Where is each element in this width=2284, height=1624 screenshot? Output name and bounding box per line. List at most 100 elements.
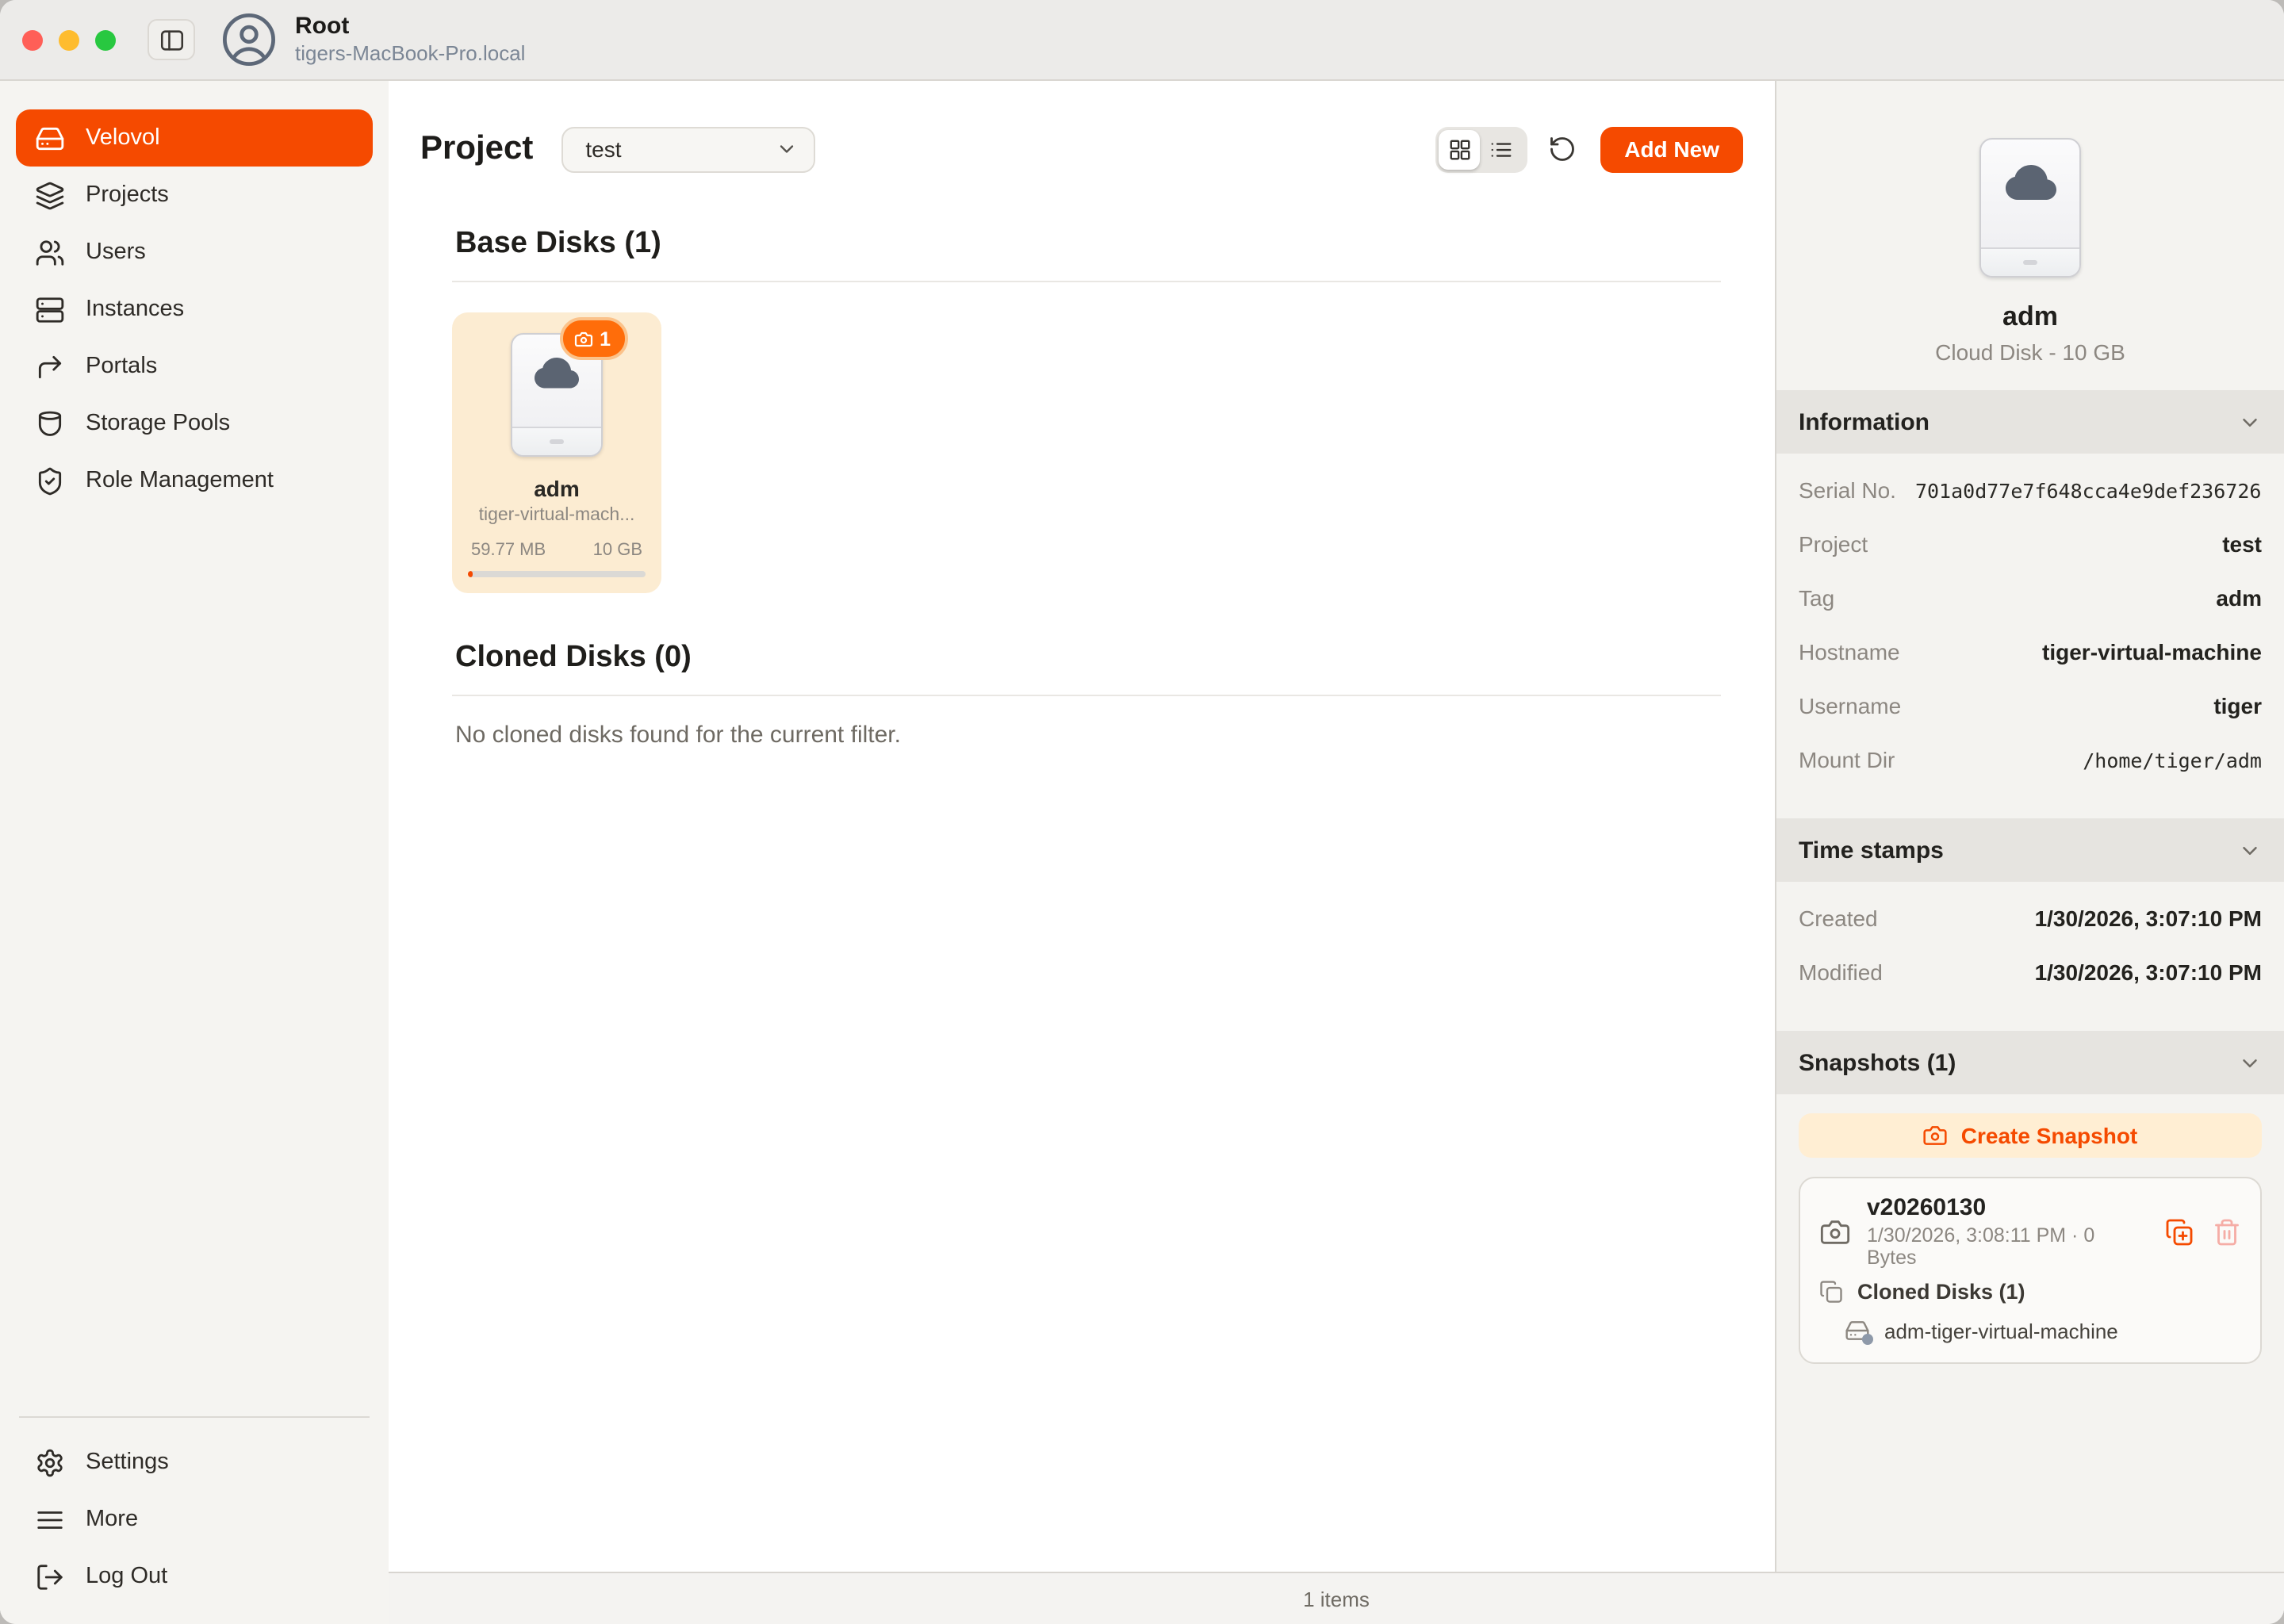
- disk-subtitle: tiger-virtual-mach...: [468, 506, 646, 525]
- status-dot: [1862, 1334, 1873, 1345]
- user-avatar-icon: [220, 11, 278, 68]
- disk-strip: [512, 427, 601, 455]
- info-value: /home/tiger/adm: [1914, 748, 2262, 772]
- timestamp-label: Created: [1799, 906, 1878, 931]
- detail-disk-type: Cloud Disk - 10 GB: [1776, 339, 2284, 365]
- snapshots-area: Create Snapshot v20260130 1/30/2026, 3:0…: [1776, 1094, 2284, 1383]
- info-value: adm: [1853, 585, 2262, 611]
- snapshot-meta: 1/30/2026, 3:08:11 PM · 0 Bytes: [1867, 1224, 2149, 1269]
- snapshot-card[interactable]: v20260130 1/30/2026, 3:08:11 PM · 0 Byte…: [1799, 1177, 2262, 1364]
- timestamp-row-created: Created 1/30/2026, 3:07:10 PM: [1799, 891, 2262, 945]
- snapshot-cloned-disks: Cloned Disks (1): [1819, 1280, 2241, 1304]
- project-select[interactable]: test: [561, 126, 815, 172]
- sidebar-item-projects[interactable]: Projects: [16, 167, 373, 224]
- info-value: tiger-virtual-machine: [1919, 639, 2262, 665]
- clone-name: adm-tiger-virtual-machine: [1884, 1319, 2118, 1342]
- add-new-button[interactable]: Add New: [1600, 126, 1743, 172]
- hard-drive-icon: [1845, 1318, 1870, 1343]
- sidebar-item-instances[interactable]: Instances: [16, 281, 373, 338]
- timestamps-title: Time stamps: [1799, 837, 1944, 864]
- info-label: Hostname: [1799, 639, 1900, 665]
- cloud-disk-icon: [1979, 138, 2081, 278]
- sidebar-item-more[interactable]: More: [16, 1491, 373, 1548]
- items-count: 1 items: [1303, 1587, 1370, 1611]
- section-divider: [452, 281, 1721, 282]
- timestamps-section-header[interactable]: Time stamps: [1776, 818, 2284, 882]
- sidebar-item-velovol[interactable]: Velovol: [16, 109, 373, 167]
- corner-up-right-icon: [35, 351, 65, 381]
- timestamp-value: 1/30/2026, 3:07:10 PM: [1897, 906, 2262, 931]
- grid-view-button[interactable]: [1439, 129, 1480, 169]
- sidebar-item-settings[interactable]: Settings: [16, 1434, 373, 1491]
- panel-left-icon: [158, 26, 185, 53]
- sidebar-item-portals[interactable]: Portals: [16, 338, 373, 395]
- title-bar: Root tigers-MacBook-Pro.local: [0, 0, 2284, 81]
- cloned-disks-title: Cloned Disks (0): [452, 641, 1721, 676]
- information-section-header[interactable]: Information: [1776, 390, 2284, 454]
- timestamp-label: Modified: [1799, 959, 1883, 985]
- camera-icon: [574, 329, 593, 348]
- delete-snapshot-button[interactable]: [2213, 1217, 2241, 1246]
- camera-icon: [1819, 1216, 1851, 1247]
- info-label: Username: [1799, 693, 1901, 718]
- disk-size: 10 GB: [593, 541, 642, 560]
- disk-used: 59.77 MB: [471, 541, 546, 560]
- info-label: Serial No.: [1799, 477, 1896, 503]
- snapshot-count: 1: [600, 327, 611, 350]
- sidebar-item-log-out[interactable]: Log Out: [16, 1548, 373, 1605]
- layers-icon: [35, 180, 65, 210]
- info-value: tiger: [1920, 693, 2262, 718]
- sidebar-item-label: Role Management: [86, 468, 274, 493]
- list-view-button[interactable]: [1480, 129, 1521, 169]
- information-rows: Serial No. 701a0d77e7f648cca4e9def236726…: [1776, 454, 2284, 802]
- cloud-icon: [1981, 159, 2079, 209]
- list-icon: [1489, 137, 1512, 161]
- snapshot-cloned-title: Cloned Disks (1): [1857, 1280, 2025, 1304]
- disk-tile-adm[interactable]: 1 adm tiger-virtual-mach... 59.77 MB 10 …: [452, 312, 661, 593]
- create-snapshot-label: Create Snapshot: [1961, 1123, 2138, 1148]
- minimize-window-button[interactable]: [59, 29, 79, 50]
- server-icon: [35, 294, 65, 324]
- sidebar-item-label: Settings: [86, 1450, 169, 1475]
- snapshots-section-header[interactable]: Snapshots (1): [1776, 1031, 2284, 1094]
- shield-check-icon: [35, 465, 65, 496]
- sidebar-divider: [19, 1416, 370, 1418]
- section-divider: [452, 695, 1721, 696]
- info-row-tag: Tag adm: [1799, 571, 2262, 625]
- toggle-sidebar-button[interactable]: [148, 19, 195, 60]
- info-row-serial: Serial No. 701a0d77e7f648cca4e9def236726…: [1799, 463, 2262, 517]
- sidebar-item-label: Storage Pools: [86, 411, 230, 436]
- copy-icon: [1819, 1280, 1843, 1304]
- disk-hero: adm Cloud Disk - 10 GB: [1776, 81, 2284, 365]
- close-window-button[interactable]: [22, 29, 43, 50]
- snapshot-count-badge: 1: [560, 317, 628, 360]
- sidebar-item-label: Users: [86, 239, 146, 265]
- clone-snapshot-button[interactable]: [2165, 1217, 2194, 1246]
- page-title: Project: [420, 130, 533, 168]
- zoom-window-button[interactable]: [95, 29, 116, 50]
- info-row-username: Username tiger: [1799, 679, 2262, 733]
- info-row-mount-dir: Mount Dir /home/tiger/adm: [1799, 733, 2262, 787]
- menu-icon: [35, 1504, 65, 1534]
- sidebar-item-role-management[interactable]: Role Management: [16, 452, 373, 509]
- logout-icon: [35, 1561, 65, 1591]
- status-bar: 1 items: [389, 1572, 2284, 1624]
- cloned-disks-section: Cloned Disks (0) No cloned disks found f…: [389, 641, 1775, 749]
- base-disks-title: Base Disks (1): [452, 227, 1721, 262]
- camera-icon: [1923, 1123, 1949, 1148]
- sidebar-item-label: Velovol: [86, 125, 160, 151]
- main-header: Project test: [389, 81, 1775, 217]
- chevron-down-icon: [2238, 410, 2262, 434]
- info-label: Mount Dir: [1799, 747, 1895, 772]
- create-snapshot-button[interactable]: Create Snapshot: [1799, 1113, 2262, 1158]
- sidebar-item-label: Instances: [86, 297, 184, 322]
- window-title-block: Root tigers-MacBook-Pro.local: [295, 13, 525, 66]
- chevron-down-icon: [776, 138, 798, 160]
- sidebar-item-users[interactable]: Users: [16, 224, 373, 281]
- refresh-button[interactable]: [1548, 135, 1577, 163]
- sidebar-item-storage-pools[interactable]: Storage Pools: [16, 395, 373, 452]
- sidebar: Velovol Projects Users Instances: [0, 81, 389, 1624]
- disk-usage-bar: [468, 571, 646, 577]
- sidebar-item-label: Portals: [86, 354, 157, 379]
- base-disks-section: Base Disks (1): [389, 227, 1775, 593]
